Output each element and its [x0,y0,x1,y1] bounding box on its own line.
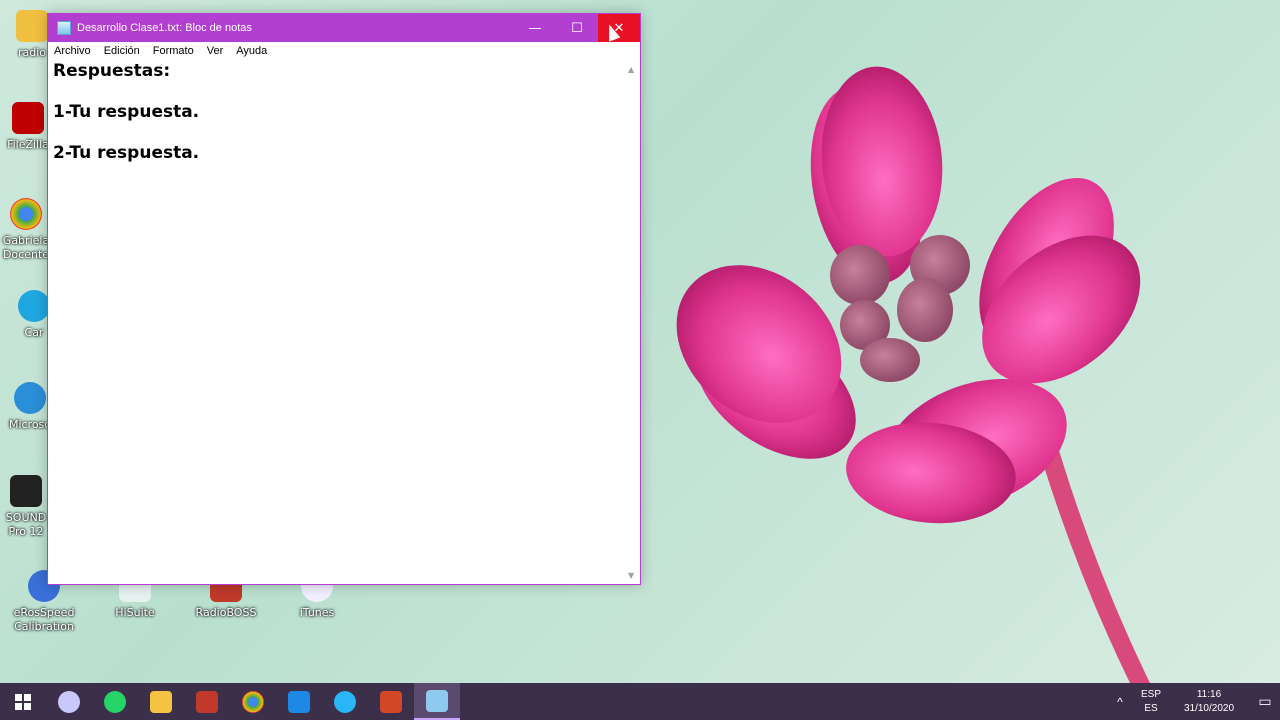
scroll-down-icon[interactable]: ▼ [628,571,634,580]
taskbar-app-chrome[interactable] [230,683,276,720]
desktop-icon-label: SOUND Pro 12 [5,511,47,538]
windows-start-icon [15,693,31,710]
clock-date: 31/10/2020 [1183,702,1235,714]
taskbar-app-s[interactable] [184,683,230,720]
desktop-icon-label: iTunes [299,606,335,619]
taskbar-app-notepad[interactable] [414,683,460,720]
notification-center-icon[interactable]: ▭ [1250,693,1280,710]
start-button[interactable] [0,683,46,720]
chrome-icon [242,690,264,713]
taskbar: ^ ESP ES 11:16 31/10/2020 ▭ [0,683,1280,720]
window-title: Desarrollo Clase1.txt: Bloc de notas [77,22,252,34]
desktop-icon-label: Microso [8,418,52,431]
taskbar-app-explorer[interactable] [138,683,184,720]
menu-bar: Archivo Edición Formato Ver Ayuda [48,42,640,60]
maximize-button[interactable]: ☐ [556,14,598,42]
language-top: ESP [1140,688,1161,700]
desktop-icon-label: Gabriela Docente [2,234,50,261]
clock[interactable]: 11:16 31/10/2020 [1168,688,1250,716]
system-tray: ^ ESP ES 11:16 31/10/2020 ▭ [1106,683,1280,720]
folder-icon [150,690,172,713]
edge-icon [18,290,50,322]
desktop-icon-label: Car [24,326,44,339]
menu-edicion[interactable]: Edición [104,45,140,57]
taskbar-app-c[interactable] [322,683,368,720]
menu-ver[interactable]: Ver [207,45,224,57]
cloud-icon [58,690,80,713]
desktop-icon-label: radio [17,46,47,59]
language-bottom: ES [1144,702,1158,714]
whatsapp-icon [104,690,126,713]
chrome-shortcut-icon [10,198,42,230]
scroll-up-icon[interactable]: ▲ [628,65,634,74]
filezilla-icon [12,102,44,134]
language-indicator[interactable]: ESP ES [1134,688,1168,716]
taskbar-app-photos[interactable] [276,683,322,720]
notepad-window: Desarrollo Clase1.txt: Bloc de notas — ☐… [47,13,641,585]
show-hidden-icons-button[interactable]: ^ [1106,695,1134,709]
desktop-icon-label: FileZilla [7,138,49,151]
app-s-icon [196,690,218,713]
sound-forge-icon [10,475,42,507]
minimize-button[interactable]: — [514,14,556,42]
powerpoint-icon [380,690,402,713]
notepad-icon [426,689,448,712]
menu-formato[interactable]: Formato [153,45,194,57]
clock-time: 11:16 [1196,688,1222,700]
menu-archivo[interactable]: Archivo [54,45,91,57]
desktop-icon-label: eRosSpeed Calibration [13,606,75,633]
vertical-scrollbar[interactable]: ▲ ▼ [624,61,640,584]
desktop-icon-label: RadioBOSS [195,606,257,619]
edge-icon [14,382,46,414]
taskbar-app-whatsapp[interactable] [92,683,138,720]
desktop-icon-label: HiSuite [115,606,155,619]
photos-icon [288,690,310,713]
text-editor[interactable]: Respuestas: 1-Tu respuesta. 2-Tu respues… [53,61,623,580]
taskbar-app-cloud[interactable] [46,683,92,720]
window-titlebar[interactable]: Desarrollo Clase1.txt: Bloc de notas — ☐… [48,14,640,42]
radio-app-icon [16,10,48,42]
taskbar-app-powerpoint[interactable] [368,683,414,720]
menu-ayuda[interactable]: Ayuda [236,45,267,57]
c-app-icon [334,690,356,713]
notepad-icon [57,21,71,35]
